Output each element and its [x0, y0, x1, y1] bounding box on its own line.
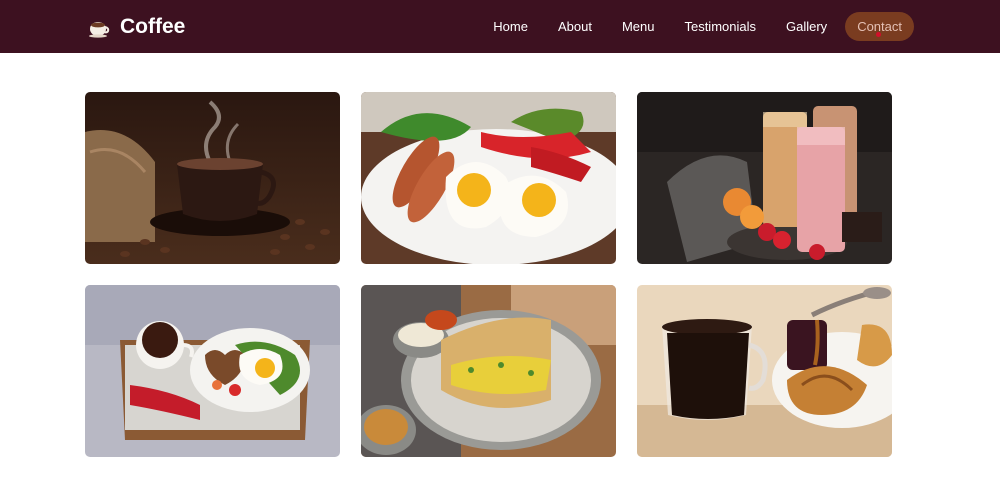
- nav-links: Home About Menu Testimonials Gallery Con…: [475, 0, 914, 53]
- nav-home[interactable]: Home: [481, 12, 540, 41]
- sausage-fried-eggs-photo[interactable]: [361, 92, 616, 264]
- nav-menu[interactable]: Menu: [610, 12, 667, 41]
- quesadilla-plate-photo[interactable]: [361, 285, 616, 457]
- mouse-cursor-indicator: [876, 32, 881, 37]
- fruit-smoothies-photo[interactable]: [637, 92, 892, 264]
- brand[interactable]: Coffee: [88, 0, 185, 53]
- gallery-grid: [85, 92, 893, 457]
- coffee-cup-beans-photo[interactable]: [85, 92, 340, 264]
- coffee-mug-croissant-photo[interactable]: [637, 285, 892, 457]
- breakfast-tray-coffee-egg-photo[interactable]: [85, 285, 340, 457]
- navbar: Coffee Home About Menu Testimonials Gall…: [0, 0, 1000, 53]
- nav-testimonials[interactable]: Testimonials: [672, 12, 768, 41]
- nav-about[interactable]: About: [546, 12, 604, 41]
- brand-name: Coffee: [120, 14, 186, 38]
- coffee-cup-icon: [88, 16, 110, 38]
- nav-gallery[interactable]: Gallery: [774, 12, 839, 41]
